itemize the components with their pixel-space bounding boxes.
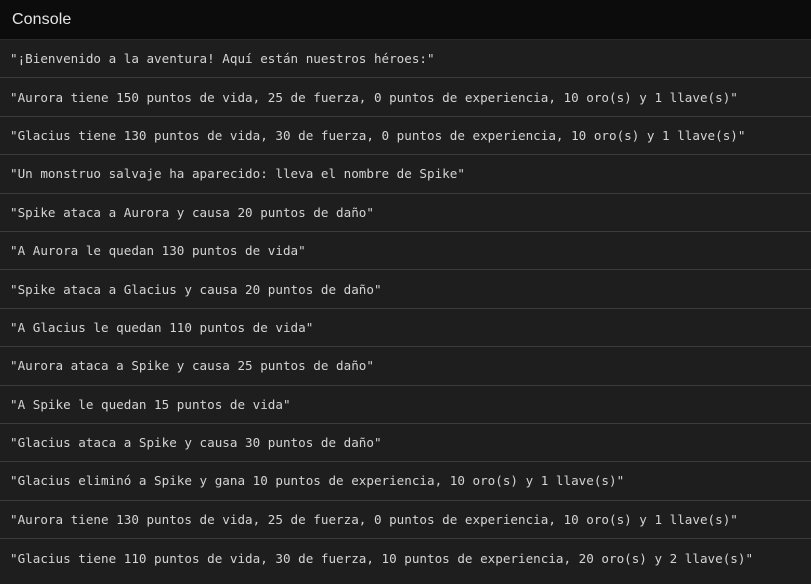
console-log-entry: "Spike ataca a Glacius y causa 20 puntos… xyxy=(0,270,811,309)
log-entry-text: "¡Bienvenido a la aventura! Aquí están n… xyxy=(10,51,435,67)
log-entry-text: "Un monstruo salvaje ha aparecido: lleva… xyxy=(10,166,465,182)
log-entry-text: "Aurora tiene 150 puntos de vida, 25 de … xyxy=(10,89,738,105)
console-log-entry: "Glacius ataca a Spike y causa 30 puntos… xyxy=(0,423,811,463)
console-panel: Console "¡Bienvenido a la aventura! Aquí… xyxy=(0,0,811,584)
console-log-entry: "Glacius eliminó a Spike y gana 10 punto… xyxy=(0,462,811,501)
console-log-entry: "Un monstruo salvaje ha aparecido: lleva… xyxy=(0,155,811,194)
log-entry-text: "Spike ataca a Aurora y causa 20 puntos … xyxy=(10,204,374,220)
console-log-entry: "Aurora tiene 130 puntos de vida, 25 de … xyxy=(0,500,811,540)
log-entry-text: "Spike ataca a Glacius y causa 20 puntos… xyxy=(10,281,382,297)
log-entry-text: "A Spike le quedan 15 puntos de vida" xyxy=(10,396,291,412)
log-entry-text: "Aurora ataca a Spike y causa 25 puntos … xyxy=(10,358,374,374)
log-entry-text: "Aurora tiene 130 puntos de vida, 25 de … xyxy=(10,511,738,527)
console-log-entry: "A Spike le quedan 15 puntos de vida" xyxy=(0,385,811,424)
log-entry-text: "Glacius ataca a Spike y causa 30 puntos… xyxy=(10,435,382,451)
console-log-list[interactable]: "¡Bienvenido a la aventura! Aquí están n… xyxy=(0,40,811,584)
console-log-entry: "Glacius tiene 130 puntos de vida, 30 de… xyxy=(0,116,811,156)
console-log-entry: "Spike ataca a Aurora y causa 20 puntos … xyxy=(0,193,811,232)
console-title: Console xyxy=(12,10,72,28)
log-entry-text: "A Aurora le quedan 130 puntos de vida" xyxy=(10,243,306,259)
console-log-entry: "A Glacius le quedan 110 puntos de vida" xyxy=(0,308,811,348)
console-log-entry: "A Aurora le quedan 130 puntos de vida" xyxy=(0,231,811,271)
console-log-entry: "Glacius tiene 110 puntos de vida, 30 de… xyxy=(0,539,811,578)
log-entry-text: "A Glacius le quedan 110 puntos de vida" xyxy=(10,319,314,335)
log-entry-text: "Glacius eliminó a Spike y gana 10 punto… xyxy=(10,473,625,489)
console-log-entry: "¡Bienvenido a la aventura! Aquí están n… xyxy=(0,40,811,79)
console-header: Console xyxy=(0,0,811,40)
console-log-entry: "Aurora ataca a Spike y causa 25 puntos … xyxy=(0,347,811,386)
log-entry-text: "Glacius tiene 130 puntos de vida, 30 de… xyxy=(10,127,746,143)
log-entry-text: "Glacius tiene 110 puntos de vida, 30 de… xyxy=(10,550,754,566)
console-log-entry: "Aurora tiene 150 puntos de vida, 25 de … xyxy=(0,78,811,117)
